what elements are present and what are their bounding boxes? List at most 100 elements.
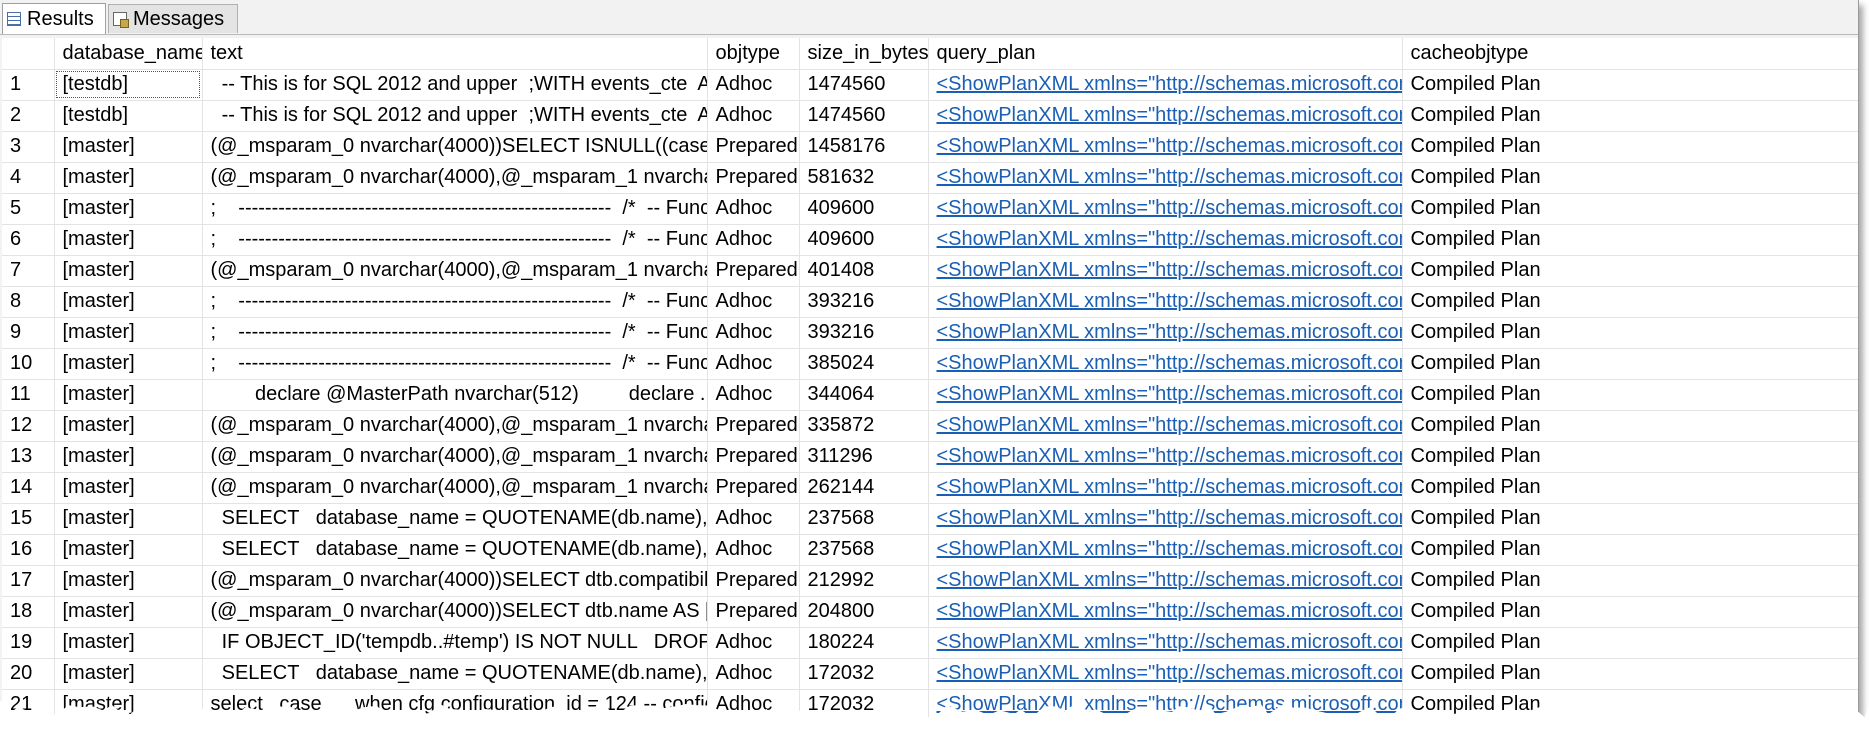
- cell-objtype[interactable]: Prepared: [707, 596, 800, 628]
- table-row[interactable]: 8 [master]; -----------------------------…: [2, 286, 1858, 318]
- cell-objtype[interactable]: Prepared: [707, 441, 800, 473]
- table-row[interactable]: 4 [master] (@_msparam_0 nvarchar(4000),@_m…: [2, 162, 1858, 194]
- table-row[interactable]: 6 [master]; -----------------------------…: [2, 224, 1858, 256]
- cell-text[interactable]: (@_msparam_0 nvarchar(4000),@_msparam_1 …: [202, 255, 708, 287]
- cell-cacheobjtype[interactable]: Compiled Plan: [1402, 348, 1858, 380]
- cell-text[interactable]: (@_msparam_0 nvarchar(4000))SELECT dtb.n…: [202, 596, 708, 628]
- cell-database-name[interactable]: [master]: [54, 596, 203, 628]
- row-number[interactable]: 6: [2, 224, 55, 256]
- cell-size-in-bytes[interactable]: 401408: [799, 255, 929, 287]
- column-header-cacheobjtype[interactable]: cacheobjtype: [1402, 38, 1858, 70]
- cell-size-in-bytes[interactable]: 237568: [799, 503, 929, 535]
- cell-text[interactable]: IF OBJECT_ID('tempdb..#temp') IS NOT NUL…: [202, 627, 708, 659]
- cell-text[interactable]: declare @MasterPath nvarchar(512) declar…: [202, 379, 708, 411]
- column-header-text[interactable]: text: [202, 38, 708, 70]
- cell-text[interactable]: ; --------------------------------------…: [202, 193, 708, 225]
- cell-text[interactable]: (@_msparam_0 nvarchar(4000),@_msparam_1 …: [202, 441, 708, 473]
- row-number[interactable]: 5: [2, 193, 55, 225]
- cell-text[interactable]: (@_msparam_0 nvarchar(4000),@_msparam_1 …: [202, 410, 708, 442]
- cell-query-plan-link[interactable]: <ShowPlanXML xmlns="http://schemas.micro…: [928, 317, 1403, 349]
- row-number[interactable]: 10: [2, 348, 55, 380]
- cell-cacheobjtype[interactable]: Compiled Plan: [1402, 193, 1858, 225]
- cell-size-in-bytes[interactable]: 1474560: [799, 69, 929, 101]
- row-number[interactable]: 4: [2, 162, 55, 194]
- cell-query-plan-link[interactable]: <ShowPlanXML xmlns="http://schemas.micro…: [928, 534, 1403, 566]
- column-header-database-name[interactable]: database_name: [54, 38, 203, 70]
- table-row[interactable]: 14 [master] (@_msparam_0 nvarchar(4000),@_…: [2, 472, 1858, 504]
- row-number[interactable]: 9: [2, 317, 55, 349]
- row-number[interactable]: 14: [2, 472, 55, 504]
- cell-size-in-bytes[interactable]: 409600: [799, 224, 929, 256]
- cell-database-name[interactable]: [master]: [54, 286, 203, 318]
- cell-objtype[interactable]: Adhoc: [707, 658, 800, 690]
- column-header-size-in-bytes[interactable]: size_in_bytes: [799, 38, 929, 70]
- cell-objtype[interactable]: Adhoc: [707, 100, 800, 132]
- cell-query-plan-link[interactable]: <ShowPlanXML xmlns="http://schemas.micro…: [928, 100, 1403, 132]
- cell-query-plan-link[interactable]: <ShowPlanXML xmlns="http://schemas.micro…: [928, 379, 1403, 411]
- cell-size-in-bytes[interactable]: 237568: [799, 534, 929, 566]
- cell-text[interactable]: (@_msparam_0 nvarchar(4000))SELECT ISNUL…: [202, 131, 708, 163]
- row-number[interactable]: 3: [2, 131, 55, 163]
- cell-query-plan-link[interactable]: <ShowPlanXML xmlns="http://schemas.micro…: [928, 627, 1403, 659]
- cell-query-plan-link[interactable]: <ShowPlanXML xmlns="http://schemas.micro…: [928, 131, 1403, 163]
- cell-text[interactable]: SELECT database_name = QUOTENAME(db.name…: [202, 503, 708, 535]
- cell-cacheobjtype[interactable]: Compiled Plan: [1402, 100, 1858, 132]
- cell-size-in-bytes[interactable]: 311296: [799, 441, 929, 473]
- row-number[interactable]: 16: [2, 534, 55, 566]
- cell-objtype[interactable]: Prepared: [707, 565, 800, 597]
- table-row[interactable]: 2 [testdb] -- This is for SQL 2012 and up…: [2, 100, 1858, 132]
- cell-cacheobjtype[interactable]: Compiled Plan: [1402, 131, 1858, 163]
- cell-cacheobjtype[interactable]: Compiled Plan: [1402, 162, 1858, 194]
- row-number[interactable]: 2: [2, 100, 55, 132]
- table-row[interactable]: 13 [master] (@_msparam_0 nvarchar(4000),@_…: [2, 441, 1858, 473]
- cell-database-name[interactable]: [master]: [54, 224, 203, 256]
- table-row[interactable]: 11 [master] declare @MasterPath nvarchar(…: [2, 379, 1858, 411]
- table-row[interactable]: 3 [master] (@_msparam_0 nvarchar(4000))SEL…: [2, 131, 1858, 163]
- cell-database-name[interactable]: [master]: [54, 131, 203, 163]
- cell-cacheobjtype[interactable]: Compiled Plan: [1402, 627, 1858, 659]
- cell-objtype[interactable]: Adhoc: [707, 627, 800, 659]
- cell-objtype[interactable]: Adhoc: [707, 69, 800, 101]
- cell-query-plan-link[interactable]: <ShowPlanXML xmlns="http://schemas.micro…: [928, 658, 1403, 690]
- cell-query-plan-link[interactable]: <ShowPlanXML xmlns="http://schemas.micro…: [928, 348, 1403, 380]
- cell-text[interactable]: (@_msparam_0 nvarchar(4000))SELECT dtb.c…: [202, 565, 708, 597]
- table-row[interactable]: 1 [testdb] -- This is for SQL 2012 and up…: [2, 69, 1858, 101]
- cell-query-plan-link[interactable]: <ShowPlanXML xmlns="http://schemas.micro…: [928, 162, 1403, 194]
- cell-size-in-bytes[interactable]: 212992: [799, 565, 929, 597]
- cell-database-name[interactable]: [master]: [54, 255, 203, 287]
- cell-query-plan-link[interactable]: <ShowPlanXML xmlns="http://schemas.micro…: [928, 596, 1403, 628]
- cell-cacheobjtype[interactable]: Compiled Plan: [1402, 410, 1858, 442]
- cell-database-name[interactable]: [master]: [54, 317, 203, 349]
- cell-cacheobjtype[interactable]: Compiled Plan: [1402, 69, 1858, 101]
- cell-objtype[interactable]: Adhoc: [707, 286, 800, 318]
- cell-query-plan-link[interactable]: <ShowPlanXML xmlns="http://schemas.micro…: [928, 503, 1403, 535]
- cell-database-name[interactable]: [master]: [54, 379, 203, 411]
- cell-database-name[interactable]: [master]: [54, 534, 203, 566]
- cell-cacheobjtype[interactable]: Compiled Plan: [1402, 379, 1858, 411]
- cell-cacheobjtype[interactable]: Compiled Plan: [1402, 441, 1858, 473]
- cell-objtype[interactable]: Prepared: [707, 472, 800, 504]
- row-number[interactable]: 20: [2, 658, 55, 690]
- cell-cacheobjtype[interactable]: Compiled Plan: [1402, 596, 1858, 628]
- cell-text[interactable]: ; --------------------------------------…: [202, 286, 708, 318]
- cell-objtype[interactable]: Adhoc: [707, 379, 800, 411]
- cell-objtype[interactable]: Prepared: [707, 410, 800, 442]
- table-row[interactable]: 5 [master]; -----------------------------…: [2, 193, 1858, 225]
- cell-database-name[interactable]: [testdb]: [54, 100, 203, 132]
- row-number[interactable]: 13: [2, 441, 55, 473]
- table-row[interactable]: 17 [master] (@_msparam_0 nvarchar(4000))SE…: [2, 565, 1858, 597]
- cell-text[interactable]: (@_msparam_0 nvarchar(4000),@_msparam_1 …: [202, 472, 708, 504]
- cell-objtype[interactable]: Adhoc: [707, 503, 800, 535]
- cell-query-plan-link[interactable]: <ShowPlanXML xmlns="http://schemas.micro…: [928, 224, 1403, 256]
- cell-objtype[interactable]: Adhoc: [707, 224, 800, 256]
- cell-size-in-bytes[interactable]: 393216: [799, 286, 929, 318]
- cell-cacheobjtype[interactable]: Compiled Plan: [1402, 286, 1858, 318]
- cell-size-in-bytes[interactable]: 344064: [799, 379, 929, 411]
- cell-size-in-bytes[interactable]: 180224: [799, 627, 929, 659]
- cell-text[interactable]: ; --------------------------------------…: [202, 317, 708, 349]
- cell-text[interactable]: ; --------------------------------------…: [202, 348, 708, 380]
- cell-text[interactable]: SELECT database_name = QUOTENAME(db.name…: [202, 534, 708, 566]
- cell-database-name[interactable]: [master]: [54, 441, 203, 473]
- cell-objtype[interactable]: Adhoc: [707, 193, 800, 225]
- cell-objtype[interactable]: Prepared: [707, 255, 800, 287]
